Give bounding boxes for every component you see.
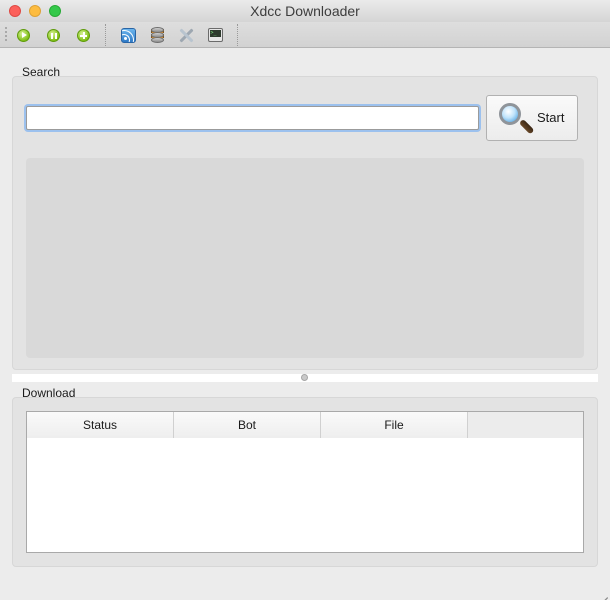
- console-button[interactable]: >_: [205, 25, 225, 45]
- column-header-status[interactable]: Status: [27, 412, 174, 438]
- play-icon: [16, 28, 30, 42]
- start-button[interactable]: Start: [486, 95, 578, 141]
- column-header-bot[interactable]: Bot: [174, 412, 321, 438]
- database-icon: [150, 27, 164, 43]
- search-input[interactable]: [26, 106, 479, 130]
- toolbar-grip[interactable]: [4, 26, 8, 44]
- toolbar-separator: [237, 24, 238, 46]
- download-table-header: Status Bot File: [27, 412, 583, 438]
- search-results-list[interactable]: [26, 158, 584, 358]
- tools-icon: [178, 27, 194, 43]
- title-bar: Xdcc Downloader: [0, 0, 610, 22]
- pause-button[interactable]: [43, 25, 63, 45]
- download-table[interactable]: Status Bot File: [26, 411, 584, 553]
- window-title: Xdcc Downloader: [250, 3, 360, 19]
- start-button-label: Start: [537, 110, 565, 125]
- play-button[interactable]: [13, 25, 33, 45]
- resize-grip[interactable]: [596, 586, 608, 600]
- splitter-handle[interactable]: [301, 374, 308, 381]
- download-table-body[interactable]: [27, 438, 583, 552]
- terminal-icon: >_: [207, 28, 223, 42]
- settings-button[interactable]: [176, 25, 196, 45]
- toolbar: >_: [0, 22, 610, 48]
- app-window: Xdcc Downloader >_ Search Start Download…: [0, 0, 610, 600]
- pause-icon: [46, 28, 60, 42]
- rss-icon: [120, 27, 136, 43]
- column-header-file[interactable]: File: [321, 412, 468, 438]
- magnifier-icon: [499, 103, 535, 135]
- add-button[interactable]: [73, 25, 93, 45]
- rss-button[interactable]: [118, 25, 138, 45]
- add-icon: [76, 28, 90, 42]
- database-button[interactable]: [147, 25, 167, 45]
- toolbar-separator: [105, 24, 106, 46]
